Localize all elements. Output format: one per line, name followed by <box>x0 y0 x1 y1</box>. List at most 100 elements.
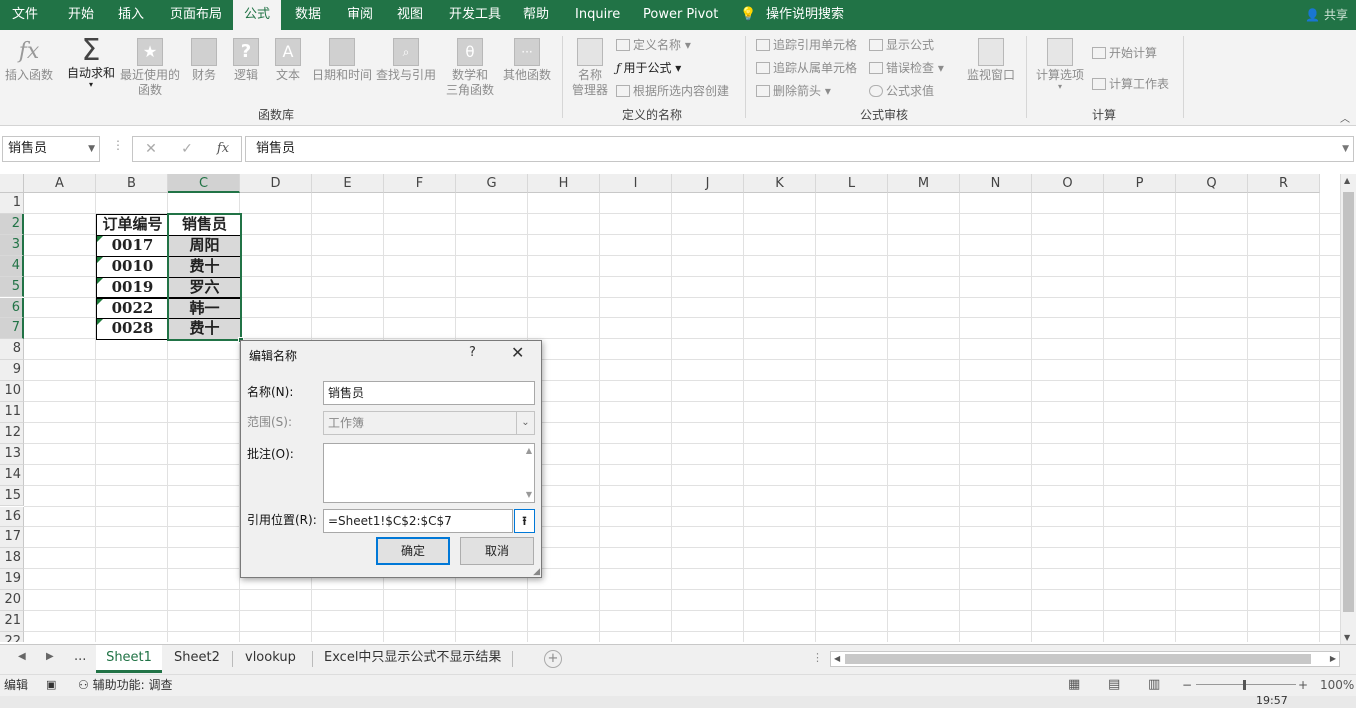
tab-help[interactable]: 帮助 <box>523 0 549 30</box>
text-button[interactable]: A 文本 <box>270 38 306 83</box>
zoom-out-icon[interactable]: − <box>1182 675 1192 695</box>
close-icon[interactable]: ✕ <box>511 343 524 362</box>
column-header-p[interactable]: P <box>1104 174 1176 193</box>
evaluate-formula-button[interactable]: 公式求值 <box>869 82 934 100</box>
refers-to-input[interactable]: =Sheet1!$C$2:$C$7 <box>323 509 513 533</box>
remove-arrows-button[interactable]: 删除箭头 ▾ <box>756 82 831 100</box>
collapse-dialog-icon[interactable]: ⭱ <box>514 509 535 533</box>
tab-inquire[interactable]: Inquire <box>575 0 620 30</box>
table-cell-salesperson[interactable]: 罗六 <box>168 276 241 299</box>
scroll-up-icon[interactable]: ▲ <box>1344 176 1350 185</box>
table-cell-order-id[interactable]: 0022 <box>96 297 169 320</box>
tab-review[interactable]: 审阅 <box>347 0 373 30</box>
spreadsheet-grid[interactable]: ABCDEFGHIJKLMNOPQR 1 2 3 4 5 6 7 8 9 10 11 12 13 14 15… <box>0 174 1340 642</box>
row-header-11[interactable]: 11 <box>0 402 24 423</box>
row-header-4[interactable]: 4 <box>0 255 24 277</box>
row-header-15[interactable]: 15 <box>0 485 24 507</box>
horizontal-scrollbar[interactable]: ◀ ▶ <box>830 651 1340 667</box>
financial-button[interactable]: 财务 <box>186 38 222 83</box>
row-header-20[interactable]: 20 <box>0 590 24 611</box>
watch-window-button[interactable]: 监视窗口 <box>962 38 1020 83</box>
tab-home[interactable]: 开始 <box>68 0 94 30</box>
select-all-corner[interactable] <box>0 174 24 193</box>
table-cell-order-id[interactable]: 0019 <box>96 276 169 299</box>
datetime-button[interactable]: 日期和时间 <box>310 38 374 83</box>
column-header-l[interactable]: L <box>816 174 888 193</box>
column-header-b[interactable]: B <box>96 174 168 193</box>
math-trig-button[interactable]: θ 数学和 三角函数 <box>440 38 500 98</box>
row-header-8[interactable]: 8 <box>0 339 24 361</box>
row-header-3[interactable]: 3 <box>0 234 24 256</box>
use-in-formula-button[interactable]: ƒ 用于公式 ▾ <box>616 59 681 77</box>
add-sheet-icon[interactable]: + <box>544 650 562 668</box>
column-header-q[interactable]: Q <box>1176 174 1248 193</box>
error-checking-button[interactable]: 错误检查 ▾ <box>869 59 944 77</box>
zoom-slider[interactable] <box>1196 684 1296 685</box>
table-cell-order-id[interactable]: 0010 <box>96 255 169 278</box>
name-box[interactable]: 销售员 ▼ <box>2 136 100 162</box>
normal-view-icon[interactable]: ▦ <box>1068 675 1080 695</box>
tab-insert[interactable]: 插入 <box>118 0 144 30</box>
column-header-d[interactable]: D <box>240 174 312 193</box>
table-cell-salesperson[interactable]: 费十 <box>168 255 241 278</box>
row-header-6[interactable]: 6 <box>0 297 24 319</box>
sheet-tab-sheet2[interactable]: Sheet2 <box>172 645 222 673</box>
trace-precedents-button[interactable]: 追踪引用单元格 <box>756 36 857 54</box>
tell-me-search[interactable]: 操作说明搜索 <box>766 0 844 30</box>
row-header-19[interactable]: 19 <box>0 569 24 591</box>
column-header-k[interactable]: K <box>744 174 816 193</box>
enter-check-icon[interactable]: ✓ <box>176 136 198 162</box>
tab-data[interactable]: 数据 <box>295 0 321 30</box>
calculate-sheet-button[interactable]: 计算工作表 <box>1092 75 1169 93</box>
row-header-10[interactable]: 10 <box>0 381 24 402</box>
tab-view[interactable]: 视图 <box>397 0 423 30</box>
resize-grip-icon[interactable]: ◢ <box>533 567 540 577</box>
tab-file[interactable]: 文件 <box>12 0 38 30</box>
ok-button[interactable]: 确定 <box>376 537 450 565</box>
table-header-cell[interactable]: 销售员 <box>168 213 241 236</box>
cancel-button[interactable]: 取消 <box>460 537 534 565</box>
row-header-2[interactable]: 2 <box>0 213 24 235</box>
table-cell-salesperson[interactable]: 费十 <box>168 318 241 341</box>
column-header-r[interactable]: R <box>1248 174 1320 193</box>
vertical-scroll-thumb[interactable] <box>1343 192 1354 612</box>
row-header-14[interactable]: 14 <box>0 464 24 486</box>
horizontal-scroll-thumb[interactable] <box>845 654 1311 664</box>
row-header-16[interactable]: 16 <box>0 506 24 528</box>
create-from-selection-button[interactable]: 根据所选内容创建 <box>616 82 729 100</box>
column-header-f[interactable]: F <box>384 174 456 193</box>
scroll-down-icon[interactable]: ▼ <box>1344 633 1350 642</box>
row-header-7[interactable]: 7 <box>0 318 24 340</box>
more-functions-button[interactable]: ··· 其他函数 <box>500 38 554 83</box>
column-header-n[interactable]: N <box>960 174 1032 193</box>
macro-record-icon[interactable]: ▣ <box>46 675 56 695</box>
sheet-tab-vlookup[interactable]: vlookup <box>243 645 298 673</box>
calculate-now-button[interactable]: 开始计算 <box>1092 44 1157 62</box>
row-header-12[interactable]: 12 <box>0 422 24 444</box>
row-header-17[interactable]: 17 <box>0 527 24 549</box>
cancel-icon[interactable]: ✕ <box>140 136 162 162</box>
table-cell-order-id[interactable]: 0028 <box>96 318 169 341</box>
row-header-18[interactable]: 18 <box>0 548 24 570</box>
sheet-tab-sheet1[interactable]: Sheet1 <box>96 645 162 673</box>
table-header-cell[interactable]: 订单编号 <box>96 213 169 236</box>
page-layout-view-icon[interactable]: ▤ <box>1108 675 1120 695</box>
column-header-i[interactable]: I <box>600 174 672 193</box>
column-header-e[interactable]: E <box>312 174 384 193</box>
share-button[interactable]: 👤 共享 <box>1305 0 1348 30</box>
name-input[interactable]: 销售员 <box>323 381 535 405</box>
column-header-g[interactable]: G <box>456 174 528 193</box>
insert-function-icon[interactable]: fx <box>212 136 234 162</box>
calculation-options-button[interactable]: 计算选项 ▾ <box>1032 38 1088 91</box>
row-header-5[interactable]: 5 <box>0 276 24 298</box>
next-sheet-icon[interactable]: ▶ <box>46 651 54 662</box>
logical-button[interactable]: ? 逻辑 <box>228 38 264 83</box>
tab-developer[interactable]: 开发工具 <box>449 0 501 30</box>
expand-formula-icon[interactable]: ▼ <box>1342 137 1349 161</box>
collapse-ribbon-icon[interactable]: ︿ <box>1340 110 1350 125</box>
more-sheets-button[interactable]: ... <box>74 649 86 664</box>
name-manager-button[interactable]: 名称 管理器 <box>568 38 612 98</box>
row-header-22[interactable]: 22 <box>0 631 24 642</box>
row-header-9[interactable]: 9 <box>0 360 24 382</box>
sheet-tab-excel-show-formula[interactable]: Excel中只显示公式不显示结果 <box>322 645 503 673</box>
